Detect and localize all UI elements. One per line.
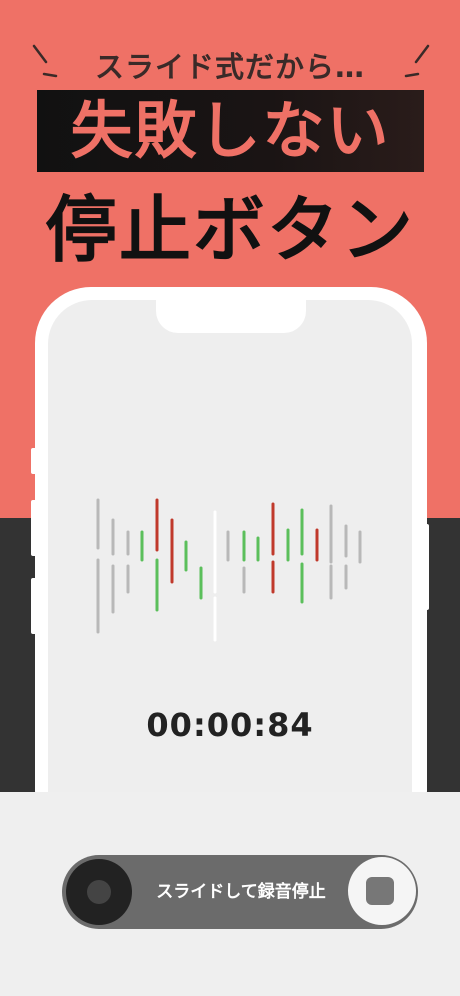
phone-power-button: [423, 524, 429, 610]
slider-label: スライドして録音停止: [156, 882, 326, 902]
recording-timer: 00:00:84: [146, 706, 314, 744]
phone-notch: [156, 297, 306, 333]
promo-tagline: スライド式だから…: [94, 50, 365, 84]
promo-headline: 失敗しない: [70, 94, 391, 167]
phone-volume-down: [31, 578, 37, 634]
stop-square-icon: [366, 877, 394, 905]
promo-subheadline: 停止ボタン: [44, 188, 415, 272]
record-knob-center: [87, 880, 111, 904]
phone-volume-up: [31, 500, 37, 556]
phone-mute-switch: [31, 448, 37, 474]
audio-waveform: [96, 498, 362, 642]
